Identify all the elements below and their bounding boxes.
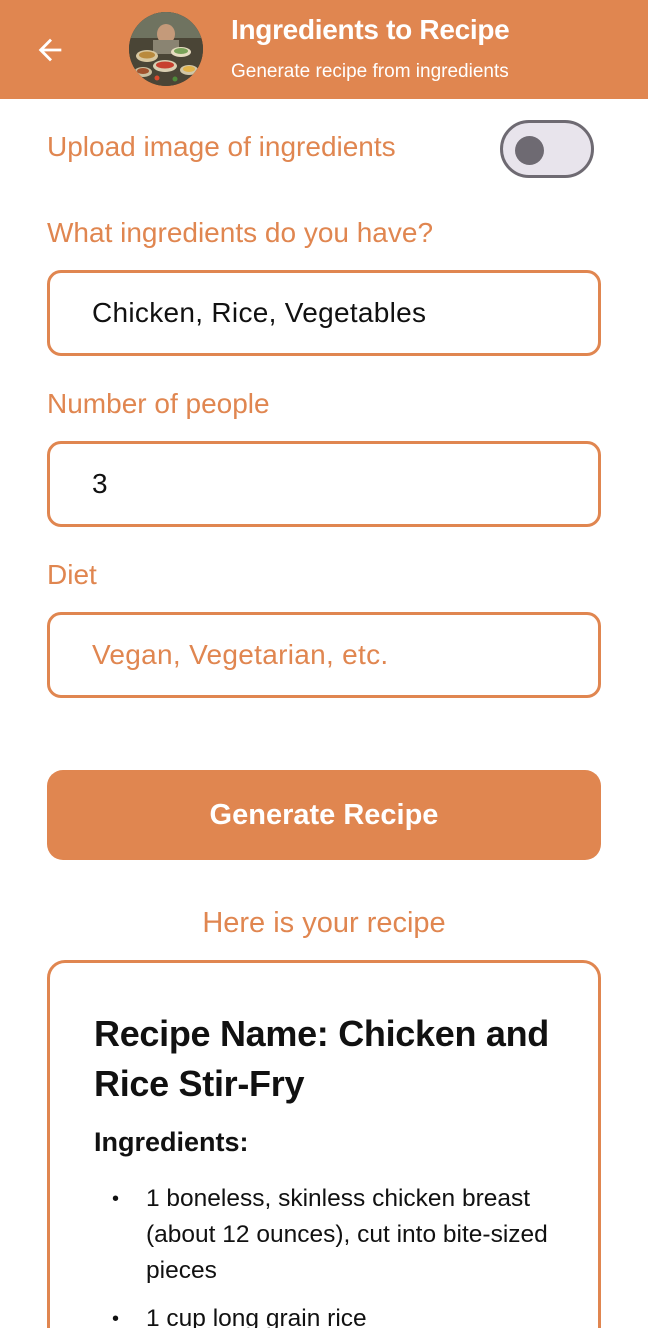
ingredients-list: 1 boneless, skinless chicken breast (abo… [110,1181,570,1328]
ingredients-heading: Ingredients: [94,1127,249,1157]
app-avatar [129,12,203,86]
recipe-name: Recipe Name: Chicken and Rice Stir-Fry [94,1013,549,1104]
ingredients-field [47,270,601,356]
upload-image-toggle[interactable] [500,120,594,178]
recipe-card: Recipe Name: Chicken and Rice Stir-Fry I… [47,960,601,1328]
app-bar: Ingredients to Recipe Generate recipe fr… [0,0,648,99]
people-field [47,441,601,527]
ingredients-input[interactable] [92,273,582,353]
arrow-left-icon [38,38,62,62]
people-label: Number of people [47,388,270,419]
ingredients-photo-icon [129,12,203,86]
app-subtitle: Generate recipe from ingredients [231,61,509,82]
diet-label: Diet [47,559,97,590]
diet-input[interactable] [92,615,582,695]
ingredient-item: 1 boneless, skinless chicken breast (abo… [110,1181,570,1289]
ingredient-item: 1 cup long grain rice [110,1301,570,1328]
people-input[interactable] [92,444,582,524]
back-button[interactable] [30,30,70,70]
generate-recipe-button[interactable]: Generate Recipe [47,770,601,860]
app-title: Ingredients to Recipe [231,14,510,45]
diet-field [47,612,601,698]
result-label: Here is your recipe [202,907,446,939]
toggle-knob [515,136,544,165]
ingredients-label: What ingredients do you have? [47,217,434,248]
upload-image-label: Upload image of ingredients [47,131,396,162]
